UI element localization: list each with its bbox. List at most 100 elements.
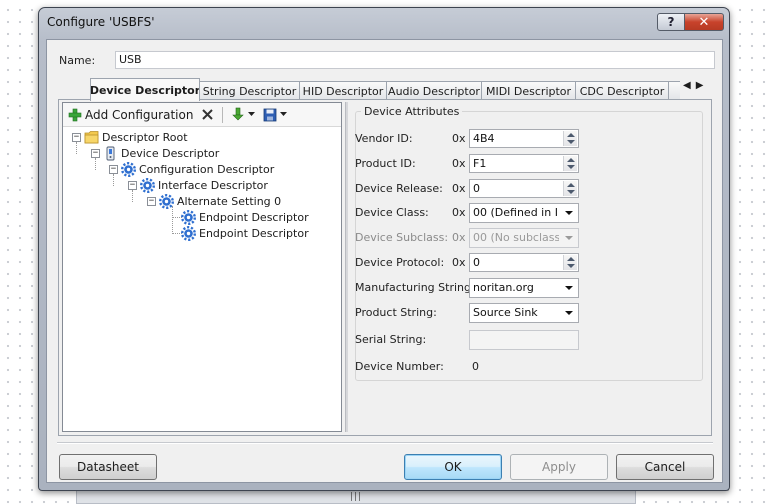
tab-string-descriptor[interactable]: String Descriptor [199, 81, 300, 100]
collapse-toggle[interactable]: − [128, 180, 137, 190]
toolbar-separator [222, 106, 224, 123]
gear-icon [140, 177, 155, 193]
manufacturing-string-value: noritan.org [473, 281, 534, 294]
tree-node-label: Descriptor Root [102, 130, 188, 144]
spin-arrows-icon[interactable] [563, 181, 577, 196]
product-id-field[interactable]: F1 [469, 154, 579, 173]
dropdown-arrow-icon [565, 286, 573, 290]
tree-node-label: Device Descriptor [121, 146, 220, 160]
collapse-toggle[interactable]: − [72, 132, 81, 142]
tree-node-label: Configuration Descriptor [139, 162, 275, 176]
tab-scroll-arrows: ◀ ▶ [681, 80, 706, 91]
descriptor-tree-pane: Add Configuration − Descriptor Root − De… [62, 102, 342, 432]
vendor-id-field[interactable]: 4B4 [469, 129, 579, 148]
gear-icon [181, 209, 196, 225]
dialog-title: Configure 'USBFS' [47, 15, 155, 29]
tree-connector [172, 206, 173, 234]
serial-string-field [469, 330, 579, 350]
tree-node-configuration-descriptor[interactable]: − Configuration Descriptor [109, 161, 274, 177]
delete-x-icon [200, 107, 215, 122]
device-class-label: Device Class: [355, 206, 429, 219]
help-button[interactable]: ? [657, 13, 685, 31]
gear-icon [121, 161, 136, 177]
tree-node-descriptor-root[interactable]: − Descriptor Root [72, 129, 188, 145]
tab-device-descriptor[interactable]: Device Descriptor [90, 78, 200, 101]
device-subclass-value: 00 (No subclass) [473, 231, 559, 244]
serial-string-label: Serial String: [355, 333, 427, 346]
close-button[interactable]: ✕ [684, 13, 724, 31]
device-release-field[interactable]: 0 [469, 179, 579, 198]
device-release-hex-prefix: 0x [452, 182, 466, 195]
descriptor-tree: − Descriptor Root − Device Descriptor − … [63, 128, 341, 431]
plus-icon [67, 107, 82, 122]
vendor-id-value: 4B4 [473, 132, 495, 145]
tab-audio-descriptor[interactable]: Audio Descriptor [386, 81, 482, 100]
collapse-toggle[interactable]: − [109, 164, 118, 174]
manufacturing-string-label: Manufacturing String: [355, 281, 475, 294]
tree-node-label: Alternate Setting 0 [177, 194, 282, 208]
tab-hid-descriptor[interactable]: HID Descriptor [299, 81, 387, 100]
tree-node-label: Endpoint Descriptor [199, 226, 309, 240]
tab-scroll-left-icon[interactable]: ◀ [683, 80, 691, 91]
configure-dialog: Configure 'USBFS' ? ✕ Name: USB Device D… [38, 7, 730, 491]
delete-button[interactable] [198, 105, 217, 125]
device-class-value: 00 (Defined in Interface) [473, 206, 559, 219]
tree-node-endpoint-descriptor[interactable]: Endpoint Descriptor [181, 209, 309, 225]
tree-node-label: Endpoint Descriptor [199, 210, 309, 224]
pane-splitter[interactable] [345, 102, 348, 432]
device-subclass-label: Device Subclass: [355, 231, 449, 244]
tree-node-alternate-setting[interactable]: − Alternate Setting 0 [147, 193, 281, 209]
tab-midi-descriptor[interactable]: MIDI Descriptor [481, 81, 576, 100]
spin-arrows-icon[interactable] [563, 255, 577, 270]
dropdown-arrow-icon [565, 211, 573, 215]
tree-node-interface-descriptor[interactable]: − Interface Descriptor [128, 177, 268, 193]
tab-overflow[interactable] [668, 81, 680, 100]
save-disk-icon [262, 107, 277, 122]
device-protocol-label: Device Protocol: [355, 256, 445, 269]
tab-cdc-descriptor[interactable]: CDC Descriptor [575, 81, 669, 100]
tree-node-device-descriptor[interactable]: − Device Descriptor [91, 145, 219, 161]
datasheet-button[interactable]: Datasheet [59, 454, 157, 480]
dropdown-arrow-icon [565, 236, 573, 240]
device-protocol-field[interactable]: 0 [469, 253, 579, 272]
chevron-down-icon [280, 107, 288, 122]
product-id-label: Product ID: [355, 157, 416, 170]
apply-button: Apply [510, 454, 608, 480]
save-button[interactable] [260, 105, 289, 125]
device-descriptor-panel: Add Configuration − Descriptor Root − De… [58, 99, 712, 436]
tab-bar: Device Descriptor String Descriptor HID … [47, 78, 724, 101]
gear-icon [181, 225, 196, 241]
spin-arrows-icon[interactable] [563, 156, 577, 171]
tree-toolbar: Add Configuration [63, 103, 341, 127]
ok-button[interactable]: OK [404, 454, 502, 480]
product-string-label: Product String: [355, 306, 437, 319]
collapse-toggle[interactable]: − [147, 196, 156, 206]
spin-arrows-icon[interactable] [563, 131, 577, 146]
footer-divider [57, 442, 713, 444]
device-icon [103, 146, 118, 161]
chevron-down-icon [248, 107, 256, 122]
device-release-value: 0 [473, 182, 480, 195]
tree-node-label: Interface Descriptor [158, 178, 268, 192]
add-configuration-button[interactable]: Add Configuration [65, 105, 195, 125]
tree-node-endpoint-descriptor[interactable]: Endpoint Descriptor [181, 225, 309, 241]
device-class-hex-prefix: 0x [452, 206, 466, 219]
gear-icon [159, 193, 174, 209]
tab-scroll-right-icon[interactable]: ▶ [696, 80, 704, 91]
dropdown-arrow-icon [565, 311, 573, 315]
device-class-select[interactable]: 00 (Defined in Interface) [469, 203, 579, 223]
dialog-client-area: Name: USB Device Descriptor String Descr… [46, 39, 723, 483]
product-id-hex-prefix: 0x [452, 157, 466, 170]
cancel-button[interactable]: Cancel [616, 454, 714, 480]
product-string-select[interactable]: Source Sink [469, 303, 579, 323]
name-input[interactable]: USB [115, 51, 715, 69]
manufacturing-string-select[interactable]: noritan.org [469, 278, 579, 298]
collapse-toggle[interactable]: − [91, 148, 100, 158]
device-attributes-title: Device Attributes [361, 105, 463, 118]
import-button[interactable] [228, 105, 257, 125]
device-release-label: Device Release: [355, 182, 443, 195]
device-protocol-hex-prefix: 0x [452, 256, 466, 269]
attributes-pane: Device Attributes Vendor ID: 0x 4B4 Prod… [349, 102, 709, 432]
add-configuration-label: Add Configuration [85, 107, 194, 122]
device-number-value: 0 [472, 360, 479, 373]
